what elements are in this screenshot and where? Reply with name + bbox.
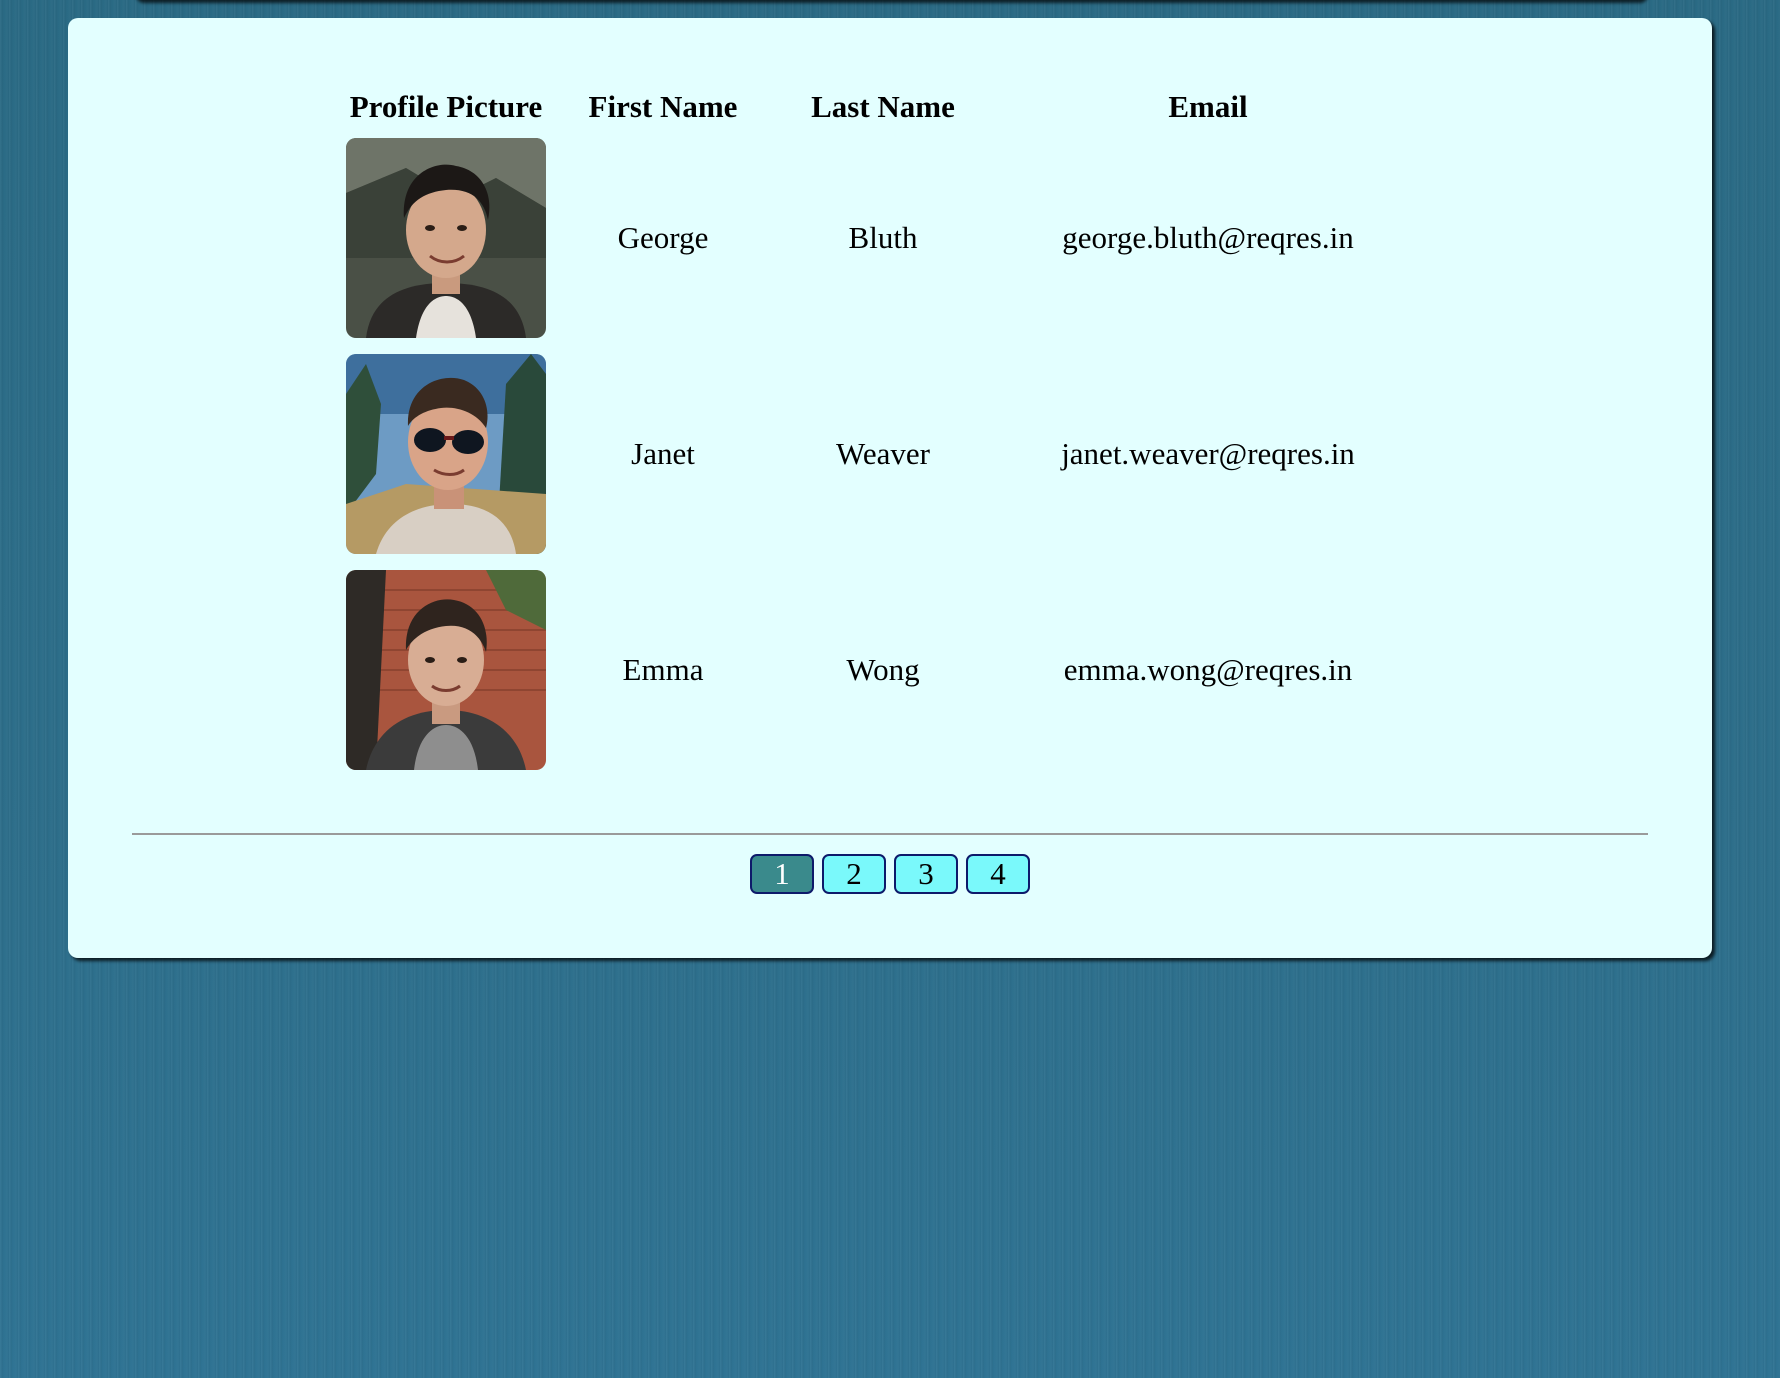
header-first-name: First Name [588, 89, 738, 124]
pagination: 1 2 3 4 [68, 854, 1712, 894]
table-row: Emma Wong emma.wong@reqres.in [346, 562, 1430, 778]
last-name-cell: Wong [846, 652, 920, 687]
avatar [346, 138, 546, 338]
divider [132, 833, 1648, 835]
avatar [346, 354, 546, 554]
last-name-cell: Bluth [848, 220, 918, 255]
table-header-row: Profile Picture First Name Last Name Ema… [346, 84, 1430, 130]
first-name-cell: Janet [631, 436, 695, 471]
header-profile-picture: Profile Picture [349, 89, 543, 124]
email-cell: emma.wong@reqres.in [1063, 652, 1353, 687]
page-button-4[interactable]: 4 [966, 854, 1030, 894]
email-cell: george.bluth@reqres.in [1062, 220, 1354, 255]
first-name-cell: George [617, 220, 709, 255]
page-button-3[interactable]: 3 [894, 854, 958, 894]
header-last-name: Last Name [811, 89, 955, 124]
header-email: Email [1168, 89, 1248, 124]
email-cell: janet.weaver@reqres.in [1061, 436, 1355, 471]
page-button-2[interactable]: 2 [822, 854, 886, 894]
last-name-cell: Weaver [836, 436, 930, 471]
users-card: Profile Picture First Name Last Name Ema… [68, 18, 1712, 958]
page-button-1[interactable]: 1 [750, 854, 814, 894]
users-table: Profile Picture First Name Last Name Ema… [346, 84, 1430, 778]
avatar-cell [346, 130, 546, 346]
table-row: Janet Weaver janet.weaver@reqres.in [346, 346, 1430, 562]
avatar-cell [346, 562, 546, 778]
avatar-cell [346, 346, 546, 562]
first-name-cell: Emma [622, 652, 704, 687]
avatar [346, 570, 546, 770]
table-row: George Bluth george.bluth@reqres.in [346, 130, 1430, 346]
